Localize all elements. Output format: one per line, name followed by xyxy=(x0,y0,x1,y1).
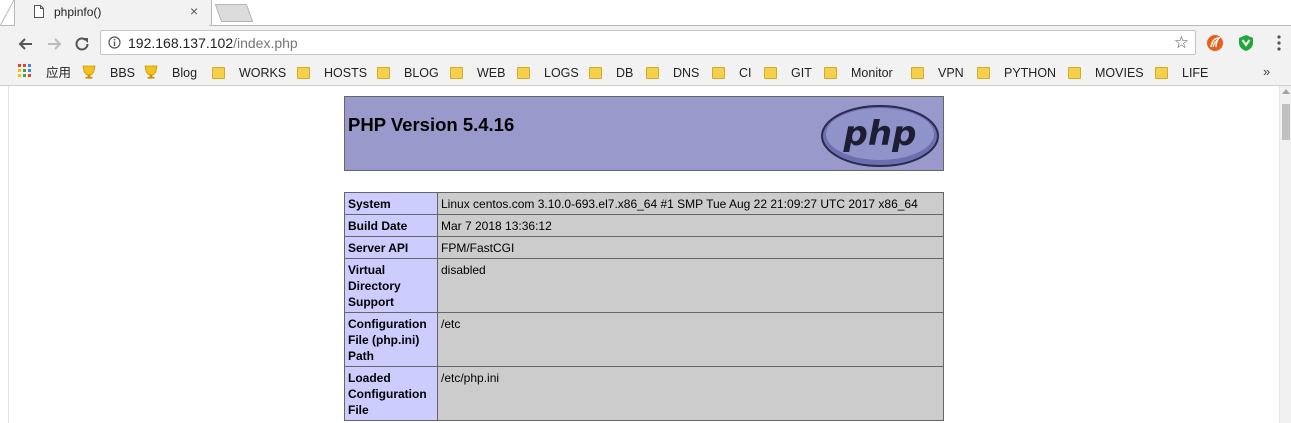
url-host: 192.168.137.102 xyxy=(128,35,234,51)
info-key: Configuration File (php.ini) Path xyxy=(344,312,438,367)
info-key: System xyxy=(344,192,438,215)
folder-icon xyxy=(450,67,463,79)
bookmark-python[interactable]: PYTHON xyxy=(977,65,1056,81)
php-version-header: PHP Version 5.4.16 php xyxy=(344,96,944,171)
trophy-icon xyxy=(144,65,158,79)
bookmark-hosts[interactable]: HOSTS xyxy=(297,65,367,81)
bookmark-blog-link[interactable]: Blog xyxy=(143,65,197,81)
bookmark-works[interactable]: WORKS xyxy=(212,65,286,81)
vertical-scrollbar[interactable] xyxy=(1279,86,1291,423)
bookmark-label: GIT xyxy=(791,66,812,80)
folder-icon xyxy=(589,67,602,79)
url-path: /index.php xyxy=(233,35,298,51)
folder-icon xyxy=(977,67,990,79)
bookmark-git[interactable]: GIT xyxy=(764,65,812,81)
bookmark-monitor[interactable]: Monitor xyxy=(824,65,893,81)
folder-icon xyxy=(764,67,777,79)
bookmark-label: BLOG xyxy=(404,66,439,80)
table-row: Configuration File (php.ini) Path /etc xyxy=(344,312,944,367)
bookmark-label: WEB xyxy=(477,66,506,80)
bookmark-bbs[interactable]: BBS xyxy=(81,65,135,81)
url-text[interactable]: 192.168.137.102/index.php xyxy=(128,35,298,51)
bookmark-label: Monitor xyxy=(851,66,893,80)
browser-toolbar: 192.168.137.102/index.php ☆ xyxy=(0,26,1291,60)
extension-shell-icon[interactable] xyxy=(1206,34,1224,52)
bookmark-label: LOGS xyxy=(544,66,579,80)
php-info-table: System Linux centos.com 3.10.0-693.el7.x… xyxy=(344,192,944,421)
bookmark-web[interactable]: WEB xyxy=(450,65,505,81)
bookmark-label: DNS xyxy=(673,66,700,80)
folder-icon xyxy=(1068,67,1081,79)
php-logo-text: php xyxy=(843,114,917,154)
info-icon[interactable] xyxy=(108,36,121,49)
bookmark-label: BBS xyxy=(110,66,136,80)
bookmark-label: CI xyxy=(739,66,752,80)
folder-icon xyxy=(824,67,837,79)
reload-icon[interactable] xyxy=(72,34,92,54)
table-row: Virtual Directory Support disabled xyxy=(344,258,944,313)
folder-icon xyxy=(646,67,659,79)
page-viewport: PHP Version 5.4.16 php System Linux cent… xyxy=(0,86,1279,423)
apps-grid-icon[interactable] xyxy=(18,64,32,78)
info-key: Server API xyxy=(344,236,438,259)
back-arrow-icon[interactable] xyxy=(16,34,36,54)
forward-arrow-icon[interactable] xyxy=(44,34,64,54)
info-key: Build Date xyxy=(344,214,438,237)
bookmark-label: MOVIES xyxy=(1095,66,1144,80)
folder-icon xyxy=(297,67,310,79)
folder-icon xyxy=(911,67,924,79)
bookmark-label: PYTHON xyxy=(1004,66,1057,80)
info-value: disabled xyxy=(437,258,944,313)
bookmark-dns[interactable]: DNS xyxy=(646,65,699,81)
bookmark-label: Blog xyxy=(172,66,198,80)
page-left-gutter xyxy=(0,86,9,423)
document-icon xyxy=(34,5,44,18)
bookmark-label: VPN xyxy=(938,66,964,80)
tab-strip: phpinfo() × xyxy=(0,0,1291,26)
bookmark-star-icon[interactable]: ☆ xyxy=(1174,34,1189,51)
table-row: Server API FPM/FastCGI xyxy=(344,236,944,259)
scroll-up-arrow-icon[interactable] xyxy=(1282,89,1290,94)
php-version-title: PHP Version 5.4.16 xyxy=(348,114,515,135)
bookmark-ci[interactable]: CI xyxy=(712,65,752,81)
table-row: Loaded Configuration File /etc/php.ini xyxy=(344,366,944,421)
bookmark-apps[interactable]: 应用 xyxy=(46,65,71,81)
info-value: Mar 7 2018 13:36:12 xyxy=(437,214,944,237)
bookmark-blog-folder[interactable]: BLOG xyxy=(377,65,439,81)
bookmark-life[interactable]: LIFE xyxy=(1155,65,1208,81)
bookmark-label: WORKS xyxy=(239,66,287,80)
table-row: System Linux centos.com 3.10.0-693.el7.x… xyxy=(344,192,944,215)
info-value: /etc/php.ini xyxy=(437,366,944,421)
new-tab-button[interactable] xyxy=(214,4,254,22)
bookmarks-bar: 应用 BBS Blog WORKS HOSTS BLOG WEB LOGS DB… xyxy=(0,60,1291,86)
info-value: /etc xyxy=(437,312,944,367)
bookmark-db[interactable]: DB xyxy=(589,65,633,81)
bookmark-vpn[interactable]: VPN xyxy=(911,65,964,81)
folder-icon xyxy=(1155,67,1168,79)
bookmarks-overflow-icon[interactable]: » xyxy=(1263,64,1270,79)
table-row: Build Date Mar 7 2018 13:36:12 xyxy=(344,214,944,237)
folder-icon xyxy=(212,67,225,79)
menu-dots-icon[interactable] xyxy=(1272,34,1286,52)
close-tab-icon[interactable]: × xyxy=(190,3,198,19)
scroll-thumb[interactable] xyxy=(1282,104,1290,140)
bookmark-label: LIFE xyxy=(1182,66,1209,80)
address-bar[interactable]: 192.168.137.102/index.php ☆ xyxy=(100,30,1196,55)
info-value: Linux centos.com 3.10.0-693.el7.x86_64 #… xyxy=(437,192,944,215)
info-key: Loaded Configuration File xyxy=(344,366,438,421)
tab-title: phpinfo() xyxy=(54,5,102,19)
info-value: FPM/FastCGI xyxy=(437,236,944,259)
folder-icon xyxy=(712,67,725,79)
folder-icon xyxy=(517,67,530,79)
bookmark-movies[interactable]: MOVIES xyxy=(1068,65,1144,81)
bookmark-label: DB xyxy=(616,66,634,80)
info-key: Virtual Directory Support xyxy=(344,258,438,313)
tab-strip-edge xyxy=(0,0,14,26)
extension-shield-icon[interactable] xyxy=(1237,34,1255,52)
trophy-icon xyxy=(82,65,96,79)
bookmark-logs[interactable]: LOGS xyxy=(517,65,579,81)
php-logo: php xyxy=(821,105,939,167)
folder-icon xyxy=(377,67,390,79)
bookmark-label: HOSTS xyxy=(324,66,368,80)
